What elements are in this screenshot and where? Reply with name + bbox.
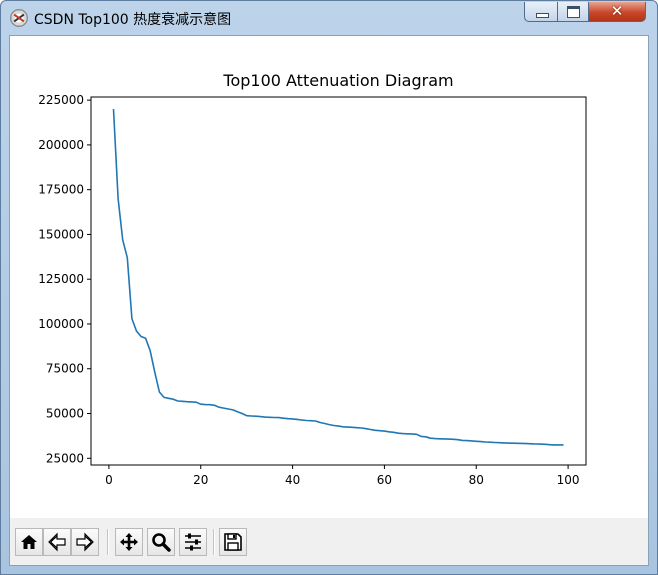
home-button[interactable] — [15, 528, 43, 556]
plot-frame — [90, 96, 587, 466]
x-tick-label: 20 — [193, 473, 208, 487]
client-area: Top100 Attenuation Diagram 0 20 40 60 80 100 … — [9, 35, 649, 566]
close-icon: ✕ — [610, 2, 624, 20]
toolbar-separator — [107, 529, 109, 555]
x-tick-label: 100 — [557, 473, 580, 487]
x-tick-label: 60 — [377, 473, 392, 487]
magnifier-icon — [152, 533, 171, 552]
sliders-icon — [185, 533, 201, 551]
forward-button[interactable] — [71, 528, 99, 556]
x-tick-label: 0 — [105, 473, 113, 487]
chart-title: Top100 Attenuation Diagram — [222, 71, 453, 90]
navigation-toolbar — [10, 518, 648, 565]
back-button[interactable] — [43, 528, 71, 556]
arrow-left-icon — [48, 532, 66, 552]
y-tick-label: 50000 — [46, 407, 84, 421]
chart: Top100 Attenuation Diagram 0 20 40 60 80 100 … — [38, 71, 587, 487]
app-window: CSDN Top100 热度衰减示意图 ✕ Top100 Attenuation… — [0, 0, 658, 575]
save-button[interactable] — [219, 528, 247, 556]
window-title: CSDN Top100 热度衰减示意图 — [34, 12, 232, 28]
maximize-button[interactable] — [557, 2, 589, 22]
move-icon — [120, 533, 138, 551]
toolbar-separator — [213, 529, 215, 555]
y-tick-label: 200000 — [38, 138, 84, 152]
minimize-icon — [536, 13, 549, 18]
y-tick-label: 25000 — [46, 451, 84, 465]
pan-button[interactable] — [115, 528, 143, 556]
y-tick-label: 100000 — [38, 317, 84, 331]
figure-canvas[interactable]: Top100 Attenuation Diagram 0 20 40 60 80 100 … — [10, 36, 648, 518]
x-tick-label: 40 — [285, 473, 300, 487]
floppy-disk-icon — [224, 533, 242, 551]
y-tick-label: 125000 — [38, 272, 84, 286]
minimize-button[interactable] — [524, 2, 558, 22]
home-icon — [21, 535, 37, 549]
feather-icon — [10, 9, 28, 27]
y-tick-label: 175000 — [38, 183, 84, 197]
configure-subplots-button[interactable] — [179, 528, 207, 556]
arrow-right-icon — [76, 532, 94, 552]
y-tick-label: 75000 — [46, 362, 84, 376]
series-line — [112, 109, 564, 446]
zoom-button[interactable] — [147, 528, 175, 556]
y-tick-label: 150000 — [38, 227, 84, 241]
close-button[interactable]: ✕ — [588, 2, 646, 22]
x-tick-label: 80 — [469, 473, 484, 487]
maximize-icon — [567, 6, 580, 18]
title-bar[interactable]: CSDN Top100 热度衰减示意图 ✕ — [1, 1, 657, 35]
y-tick-label: 225000 — [38, 93, 84, 107]
